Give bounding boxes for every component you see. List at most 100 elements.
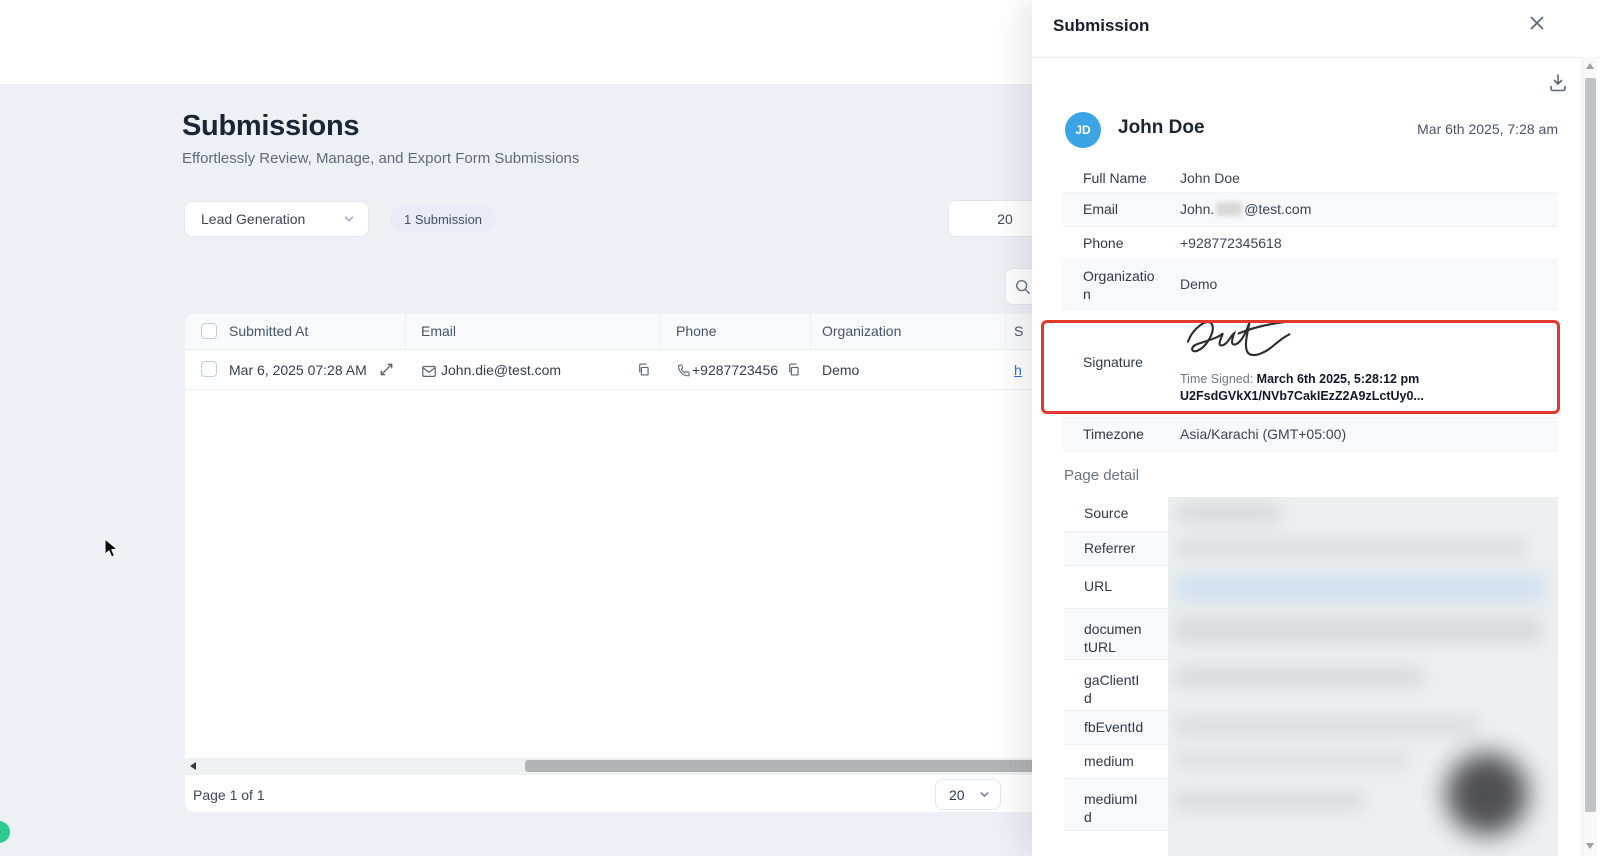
field-row-timezone: Timezone Asia/Karachi (GMT+05:00) [1063,418,1558,452]
cell-organization: Demo [822,362,860,378]
field-row-signature: Signature Time Signed: March 6th 2025, 5… [1063,310,1558,418]
field-value: +928772345618 [1180,235,1282,251]
submission-count-label: 1 Submission [404,211,483,227]
page-detail-label-fb-event-id: fbEventId [1064,711,1168,745]
submissions-table-card: Submitted At Email Phone Organization S … [185,314,1085,812]
submission-detail-panel: Submission JD John Doe Mar 6th 2025, 7:2… [1032,0,1600,856]
col-header-organization[interactable]: Organization [822,323,901,339]
mail-icon [421,363,437,379]
status-dot [0,821,10,843]
email-prefix: John. [1180,201,1215,217]
field-value: John Doe [1180,170,1240,186]
form-filter-dropdown[interactable]: Lead Generation [184,201,369,237]
page-detail-label-referrer: Referrer [1064,532,1168,566]
page-detail-label-source: Source [1064,497,1168,532]
copy-email-button[interactable] [636,362,651,382]
blurred-value [1174,573,1546,603]
page-detail-label-medium-id: mediumId [1064,779,1168,831]
page-detail-label-document-url: documentURL [1064,609,1168,660]
blurred-widget-circle [1446,753,1528,835]
field-label: Email [1083,201,1119,217]
time-signed-label: Time Signed: [1180,372,1257,386]
page-detail-values-blurred [1168,497,1558,856]
cell-signature-link[interactable]: h [1014,362,1022,378]
expand-row-button[interactable] [378,361,395,379]
submitted-date: Mar 6th 2025, 7:28 am [1417,121,1558,137]
field-value: Demo [1180,276,1218,292]
horizontal-scrollbar-thumb[interactable] [525,760,1085,772]
avatar-initials: JD [1075,123,1091,137]
scroll-left-arrow-icon[interactable] [190,762,196,770]
scroll-down-arrow-icon[interactable] [1586,843,1594,849]
search-icon [1014,278,1032,296]
page-detail-label-medium: medium [1064,745,1168,779]
field-label: Full Name [1083,170,1147,186]
field-row-email: Email John. @test.com [1063,193,1558,227]
blurred-value [1176,503,1281,523]
field-row-full-name: Full Name John Doe [1063,162,1558,193]
cell-phone: +9287723456 [692,362,779,378]
field-label: Phone [1083,235,1124,251]
horizontal-scrollbar[interactable] [185,758,1085,774]
row-checkbox[interactable] [201,361,217,377]
page-indicator: Page 1 of 1 [193,787,265,803]
page-detail-heading: Page detail [1064,467,1140,484]
top-page-size-value: 20 [997,210,1013,227]
col-header-phone[interactable]: Phone [676,323,716,339]
field-row-organization: Organization Demo [1063,260,1558,310]
blurred-value [1174,752,1409,768]
time-signed-line: Time Signed: March 6th 2025, 5:28:12 pm [1180,372,1419,386]
time-signed-value: March 6th 2025, 5:28:12 pm [1256,372,1420,386]
blurred-value [1174,617,1542,643]
close-button[interactable] [1526,12,1550,36]
page-title: Submissions [182,110,360,142]
page-subtitle: Effortlessly Review, Manage, and Export … [182,150,580,167]
chevron-down-icon [342,212,356,226]
panel-title: Submission [1053,16,1150,35]
blurred-value [1174,717,1479,735]
download-button[interactable] [1546,71,1572,97]
blurred-value [1174,667,1424,687]
close-icon [1526,12,1548,34]
vertical-scrollbar-thumb[interactable] [1585,78,1596,812]
select-all-checkbox[interactable] [201,323,217,339]
divider [1032,57,1600,58]
form-filter-value: Lead Generation [201,211,306,227]
col-header-signature[interactable]: S [1014,323,1023,339]
field-row-phone: Phone +928772345618 [1063,227,1558,260]
field-label: Organization [1083,268,1155,302]
expand-icon [378,361,395,378]
cell-submitted-at: Mar 6, 2025 07:28 AM [229,362,367,378]
app-window: Submissions Effortlessly Review, Manage,… [0,0,1600,856]
field-value: Asia/Karachi (GMT+05:00) [1180,426,1347,442]
signature-hash: U2FsdGVkX1/NVb7CakIEzZ2A9zLctUy0... [1180,389,1424,403]
field-label: Signature [1083,354,1143,370]
page-size-dropdown[interactable]: 20 [935,779,1001,810]
col-header-submitted-at[interactable]: Submitted At [229,323,308,339]
blurred-value [1176,539,1526,557]
email-suffix: @test.com [1244,201,1312,217]
copy-phone-button[interactable] [786,362,801,382]
download-icon [1546,71,1570,95]
mouse-cursor [104,537,119,564]
redacted-email-segment [1216,202,1243,216]
submitter-name: John Doe [1118,117,1205,138]
chevron-down-icon [978,788,991,801]
page-detail-label-url: URL [1064,566,1168,609]
cell-email: John.die@test.com [441,362,562,378]
table-header-row: Submitted At Email Phone Organization S [185,314,1085,350]
col-header-email[interactable]: Email [421,323,456,339]
submission-count-badge: 1 Submission [390,205,497,233]
page-size-value: 20 [949,786,965,803]
page-detail-label-ga-client-id: gaClientId [1064,660,1168,711]
blurred-value [1174,792,1364,810]
avatar: JD [1065,112,1101,148]
field-label: Timezone [1083,426,1144,442]
field-value: John. @test.com [1160,193,1311,226]
table-row[interactable]: Mar 6, 2025 07:28 AM John.die@test.com +… [185,350,1085,390]
scroll-up-arrow-icon[interactable] [1586,63,1594,69]
phone-icon [676,363,691,378]
vertical-scrollbar[interactable] [1582,57,1597,856]
table-footer: Page 1 of 1 20 [185,774,1085,812]
signature-drawing [1178,314,1303,367]
